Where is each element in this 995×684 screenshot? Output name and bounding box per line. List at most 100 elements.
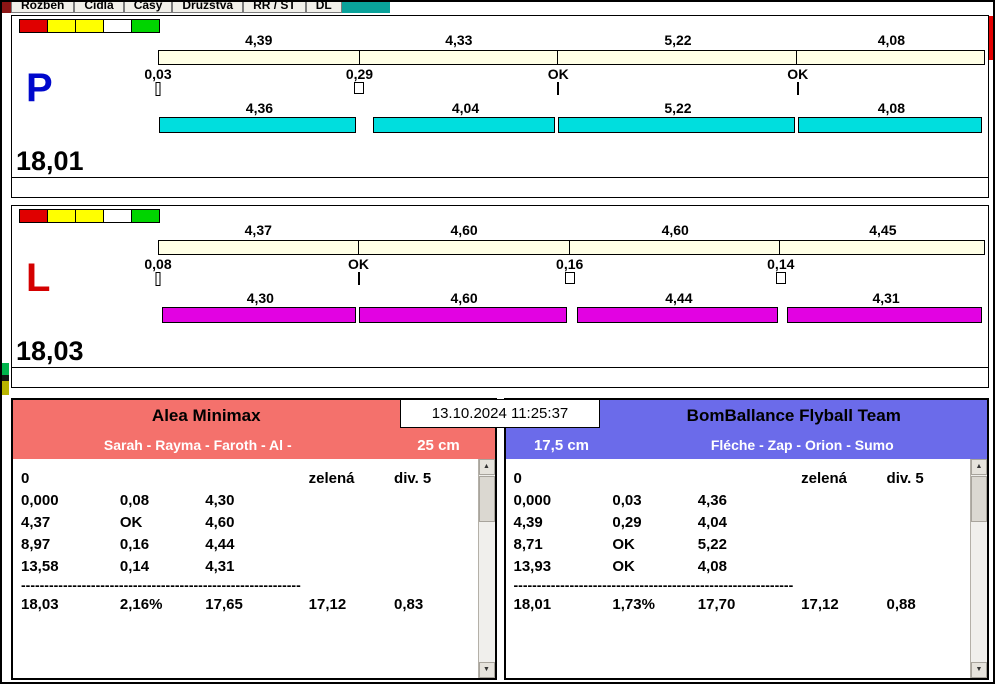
cross-time: OK [348, 256, 370, 272]
team-dogs: Fléche - Zap - Orion - Sumo [710, 437, 894, 453]
table-scrollbar[interactable]: ▲ ▼ [970, 459, 987, 678]
cross-time: 0,14 [767, 256, 795, 272]
team-panel-left: Alea Minimax Sarah - Rayma - Faroth - Al… [11, 398, 497, 680]
run-time: 4,30 [246, 290, 274, 306]
scroll-thumb[interactable] [478, 476, 495, 522]
table-cell: 8,97 [21, 535, 51, 553]
run-bar-segment [358, 307, 567, 323]
table-rows: 0 zelená div. 5 0,000 0,03 4,36 4,39 0,29 4,04 8,… [514, 467, 964, 615]
cross-time: 0,03 [144, 66, 172, 82]
tab-item[interactable]: Rozběh [11, 2, 75, 13]
timestamp: 13.10.2024 11:25:37 [400, 399, 600, 428]
split-row: 13,58 0,14 4,31 [21, 555, 471, 577]
tab-item[interactable]: Čidla [74, 2, 124, 13]
tab-label: RR / ST [253, 2, 296, 12]
tab-item[interactable]: Družstva [172, 2, 244, 13]
start-light [131, 209, 160, 223]
table-rows: 0 zelená div. 5 0,000 0,08 4,30 4,37 OK 4,60 8,97… [21, 467, 471, 615]
table-cell: 0,29 [612, 513, 642, 531]
table-cell: 8,71 [513, 535, 543, 553]
results-table: 0 zelená div. 5 0,000 0,03 4,36 4,39 0,29 4,04 8,… [505, 459, 987, 678]
split-row: 4,37 OK 4,60 [21, 511, 471, 533]
lane-chart: 4,37 4,60 4,60 4,45 0,08 OK 0,16 0,14 4,30 4,60… [144, 206, 985, 367]
table-cell: 0,83 [394, 595, 424, 613]
background-artifact [2, 381, 9, 395]
split-bar [158, 240, 985, 255]
table-cell: 2,16% [119, 595, 163, 613]
background-artifact [2, 363, 9, 395]
table-cell: 18,01 [513, 595, 552, 613]
background-artifact [2, 363, 9, 375]
run-time: 4,08 [877, 100, 905, 116]
cross-marker-tick-icon [357, 272, 360, 285]
table-cell: 0,000 [513, 491, 552, 509]
start-light [75, 19, 104, 33]
jump-height: 25 cm [417, 436, 460, 454]
split-time: 4,08 [877, 32, 905, 48]
run-times-row: 4,36 4,04 5,22 4,08 [158, 100, 985, 116]
split-times-row: 4,39 4,33 5,22 4,08 [158, 32, 985, 48]
start-light [47, 19, 76, 33]
lane-total-time: 18,01 [16, 146, 84, 176]
table-cell: 0,88 [886, 595, 916, 613]
table-cell: 17,12 [308, 595, 347, 613]
scroll-up-icon[interactable]: ▲ [478, 459, 495, 475]
run-time: 4,04 [451, 100, 480, 116]
table-cell: 0,03 [612, 491, 642, 509]
split-time: 4,45 [869, 222, 897, 238]
split-divider-tick [159, 241, 360, 254]
tab-label: Časy [133, 2, 163, 12]
lane-total-time: 18,03 [16, 336, 84, 366]
split-time: 4,37 [244, 222, 272, 238]
results-section: Alea Minimax Sarah - Rayma - Faroth - Al… [11, 398, 989, 680]
table-cell: OK [612, 557, 635, 575]
run-bar-segment [558, 117, 795, 133]
cross-marker-bar-icon [155, 82, 161, 96]
summary-row: 18,03 2,16% 17,65 17,12 0,83 [21, 593, 471, 615]
cross-marker-tick-icon [557, 82, 560, 95]
split-times-row: 4,37 4,60 4,60 4,45 [158, 222, 985, 238]
split-time: 5,22 [664, 32, 692, 48]
table-cell: 4,37 [21, 513, 51, 531]
split-time: 4,39 [245, 32, 273, 48]
scroll-thumb[interactable] [971, 476, 987, 522]
lane-panel-p: P 4,39 4,33 5,22 4,08 0,03 0,29 OK OK 4,36 4,04… [11, 15, 989, 198]
tab-label: Rozběh [21, 2, 65, 12]
lane-letter: L [26, 256, 51, 300]
start-light [75, 209, 104, 223]
start-light [47, 209, 76, 223]
run-time: 5,22 [664, 100, 692, 116]
table-scrollbar[interactable]: ▲ ▼ [477, 459, 495, 678]
table-cell: 17,12 [801, 595, 839, 613]
split-divider-tick [570, 241, 781, 254]
scroll-down-icon[interactable]: ▼ [971, 662, 987, 678]
cross-time: OK [787, 66, 809, 82]
tab-item[interactable]: Časy [123, 2, 173, 13]
split-row: 13,93 OK 4,08 [514, 555, 964, 577]
split-divider-tick [159, 51, 360, 64]
run-bar-segment [577, 307, 778, 323]
start-lights [19, 19, 160, 33]
cross-marker-box-icon [564, 272, 575, 284]
run-bar-segment [161, 307, 356, 323]
cross-markers-row [155, 272, 985, 287]
cross-times-row: 0,08 OK 0,16 0,14 [144, 256, 985, 272]
run-time: 4,36 [245, 100, 274, 116]
tab-bar: Rozběh Čidla Časy Družstva RR / ST DL [2, 2, 993, 13]
tab-item[interactable]: DL [305, 2, 342, 13]
tab-item[interactable]: RR / ST [243, 2, 306, 13]
start-light [103, 209, 132, 223]
lane-chart: 4,39 4,33 5,22 4,08 0,03 0,29 OK OK 4,36 4,04 5,… [144, 16, 985, 177]
start-light [19, 209, 48, 223]
scroll-down-icon[interactable]: ▼ [478, 662, 495, 678]
split-time: 4,33 [445, 32, 473, 48]
table-cell: 1,73% [612, 595, 655, 613]
run-bar [158, 307, 985, 323]
scroll-up-icon[interactable]: ▲ [971, 459, 987, 475]
run-bar-segment [159, 117, 357, 133]
summary-row: 18,01 1,73% 17,70 17,12 0,88 [514, 593, 964, 615]
table-cell: 0,16 [119, 535, 150, 553]
table-cell: 0,14 [119, 557, 150, 575]
table-cell: OK [119, 513, 143, 531]
lane-main-l: L 4,37 4,60 4,60 4,45 0,08 OK 0,16 0,14 4,30 4,… [12, 206, 988, 368]
